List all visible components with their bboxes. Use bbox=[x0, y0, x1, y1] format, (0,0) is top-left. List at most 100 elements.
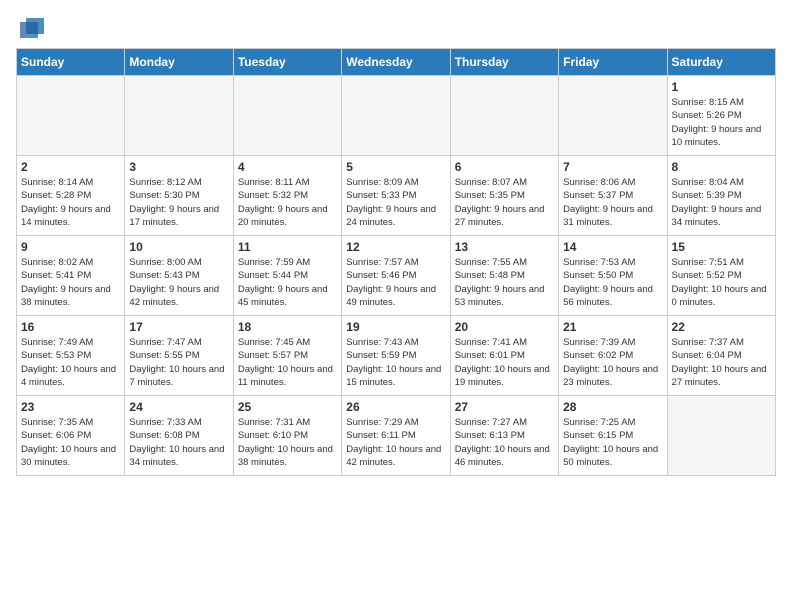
day-header-monday: Monday bbox=[125, 49, 233, 76]
day-number: 8 bbox=[672, 160, 771, 174]
day-number: 15 bbox=[672, 240, 771, 254]
day-number: 25 bbox=[238, 400, 337, 414]
day-number: 5 bbox=[346, 160, 445, 174]
day-number: 18 bbox=[238, 320, 337, 334]
calendar-cell: 5 Sunrise: 8:09 AMSunset: 5:33 PMDaylight… bbox=[342, 156, 450, 236]
day-number: 17 bbox=[129, 320, 228, 334]
calendar-cell: 26 Sunrise: 7:29 AMSunset: 6:11 PMDayligh… bbox=[342, 396, 450, 476]
day-number: 28 bbox=[563, 400, 662, 414]
day-number: 3 bbox=[129, 160, 228, 174]
day-info: Sunrise: 8:15 AMSunset: 5:26 PMDaylight:… bbox=[672, 96, 771, 149]
logo-icon bbox=[16, 16, 46, 40]
calendar-cell: 6 Sunrise: 8:07 AMSunset: 5:35 PMDaylight… bbox=[450, 156, 558, 236]
day-number: 26 bbox=[346, 400, 445, 414]
day-info: Sunrise: 7:45 AMSunset: 5:57 PMDaylight:… bbox=[238, 336, 337, 389]
day-number: 4 bbox=[238, 160, 337, 174]
day-info: Sunrise: 7:41 AMSunset: 6:01 PMDaylight:… bbox=[455, 336, 554, 389]
day-info: Sunrise: 7:57 AMSunset: 5:46 PMDaylight:… bbox=[346, 256, 445, 309]
day-info: Sunrise: 7:31 AMSunset: 6:10 PMDaylight:… bbox=[238, 416, 337, 469]
day-info: Sunrise: 8:04 AMSunset: 5:39 PMDaylight:… bbox=[672, 176, 771, 229]
logo bbox=[16, 16, 50, 40]
day-number: 11 bbox=[238, 240, 337, 254]
day-number: 16 bbox=[21, 320, 120, 334]
calendar: SundayMondayTuesdayWednesdayThursdayFrid… bbox=[16, 48, 776, 476]
day-info: Sunrise: 7:47 AMSunset: 5:55 PMDaylight:… bbox=[129, 336, 228, 389]
calendar-cell: 12 Sunrise: 7:57 AMSunset: 5:46 PMDayligh… bbox=[342, 236, 450, 316]
calendar-cell bbox=[667, 396, 775, 476]
calendar-cell: 9 Sunrise: 8:02 AMSunset: 5:41 PMDaylight… bbox=[17, 236, 125, 316]
day-number: 14 bbox=[563, 240, 662, 254]
calendar-cell: 15 Sunrise: 7:51 AMSunset: 5:52 PMDayligh… bbox=[667, 236, 775, 316]
day-number: 7 bbox=[563, 160, 662, 174]
calendar-cell bbox=[125, 76, 233, 156]
day-number: 22 bbox=[672, 320, 771, 334]
day-info: Sunrise: 7:59 AMSunset: 5:44 PMDaylight:… bbox=[238, 256, 337, 309]
day-info: Sunrise: 7:53 AMSunset: 5:50 PMDaylight:… bbox=[563, 256, 662, 309]
day-number: 2 bbox=[21, 160, 120, 174]
day-number: 24 bbox=[129, 400, 228, 414]
header bbox=[16, 16, 776, 40]
week-row-3: 9 Sunrise: 8:02 AMSunset: 5:41 PMDaylight… bbox=[17, 236, 776, 316]
day-info: Sunrise: 7:37 AMSunset: 6:04 PMDaylight:… bbox=[672, 336, 771, 389]
day-number: 12 bbox=[346, 240, 445, 254]
day-number: 27 bbox=[455, 400, 554, 414]
calendar-header-row: SundayMondayTuesdayWednesdayThursdayFrid… bbox=[17, 49, 776, 76]
day-info: Sunrise: 7:55 AMSunset: 5:48 PMDaylight:… bbox=[455, 256, 554, 309]
calendar-cell: 28 Sunrise: 7:25 AMSunset: 6:15 PMDayligh… bbox=[559, 396, 667, 476]
week-row-2: 2 Sunrise: 8:14 AMSunset: 5:28 PMDaylight… bbox=[17, 156, 776, 236]
calendar-cell: 25 Sunrise: 7:31 AMSunset: 6:10 PMDayligh… bbox=[233, 396, 341, 476]
calendar-cell: 11 Sunrise: 7:59 AMSunset: 5:44 PMDayligh… bbox=[233, 236, 341, 316]
day-number: 21 bbox=[563, 320, 662, 334]
day-info: Sunrise: 8:12 AMSunset: 5:30 PMDaylight:… bbox=[129, 176, 228, 229]
day-header-wednesday: Wednesday bbox=[342, 49, 450, 76]
calendar-cell: 7 Sunrise: 8:06 AMSunset: 5:37 PMDaylight… bbox=[559, 156, 667, 236]
day-number: 6 bbox=[455, 160, 554, 174]
calendar-cell bbox=[450, 76, 558, 156]
calendar-cell: 4 Sunrise: 8:11 AMSunset: 5:32 PMDaylight… bbox=[233, 156, 341, 236]
calendar-cell: 14 Sunrise: 7:53 AMSunset: 5:50 PMDayligh… bbox=[559, 236, 667, 316]
calendar-cell: 1 Sunrise: 8:15 AMSunset: 5:26 PMDaylight… bbox=[667, 76, 775, 156]
calendar-cell bbox=[342, 76, 450, 156]
day-info: Sunrise: 8:02 AMSunset: 5:41 PMDaylight:… bbox=[21, 256, 120, 309]
week-row-5: 23 Sunrise: 7:35 AMSunset: 6:06 PMDayligh… bbox=[17, 396, 776, 476]
day-info: Sunrise: 7:33 AMSunset: 6:08 PMDaylight:… bbox=[129, 416, 228, 469]
calendar-cell: 8 Sunrise: 8:04 AMSunset: 5:39 PMDaylight… bbox=[667, 156, 775, 236]
calendar-cell: 23 Sunrise: 7:35 AMSunset: 6:06 PMDayligh… bbox=[17, 396, 125, 476]
day-info: Sunrise: 7:25 AMSunset: 6:15 PMDaylight:… bbox=[563, 416, 662, 469]
calendar-cell: 3 Sunrise: 8:12 AMSunset: 5:30 PMDaylight… bbox=[125, 156, 233, 236]
day-header-thursday: Thursday bbox=[450, 49, 558, 76]
week-row-1: 1 Sunrise: 8:15 AMSunset: 5:26 PMDaylight… bbox=[17, 76, 776, 156]
calendar-cell: 27 Sunrise: 7:27 AMSunset: 6:13 PMDayligh… bbox=[450, 396, 558, 476]
calendar-cell: 20 Sunrise: 7:41 AMSunset: 6:01 PMDayligh… bbox=[450, 316, 558, 396]
day-header-sunday: Sunday bbox=[17, 49, 125, 76]
day-header-tuesday: Tuesday bbox=[233, 49, 341, 76]
day-number: 23 bbox=[21, 400, 120, 414]
day-info: Sunrise: 8:09 AMSunset: 5:33 PMDaylight:… bbox=[346, 176, 445, 229]
calendar-cell: 21Sunrise: 7:39 AMSunset: 6:02 PMDayligh… bbox=[559, 316, 667, 396]
day-info: Sunrise: 8:07 AMSunset: 5:35 PMDaylight:… bbox=[455, 176, 554, 229]
day-info: Sunrise: 7:49 AMSunset: 5:53 PMDaylight:… bbox=[21, 336, 120, 389]
calendar-cell: 17 Sunrise: 7:47 AMSunset: 5:55 PMDayligh… bbox=[125, 316, 233, 396]
calendar-cell bbox=[17, 76, 125, 156]
day-info: Sunrise: 7:43 AMSunset: 5:59 PMDaylight:… bbox=[346, 336, 445, 389]
calendar-cell: 24 Sunrise: 7:33 AMSunset: 6:08 PMDayligh… bbox=[125, 396, 233, 476]
day-number: 13 bbox=[455, 240, 554, 254]
day-number: 1 bbox=[672, 80, 771, 94]
day-info: Sunrise: 8:06 AMSunset: 5:37 PMDaylight:… bbox=[563, 176, 662, 229]
day-info: Sunrise: 8:11 AMSunset: 5:32 PMDaylight:… bbox=[238, 176, 337, 229]
calendar-cell: 2 Sunrise: 8:14 AMSunset: 5:28 PMDaylight… bbox=[17, 156, 125, 236]
day-info: Sunrise: 7:29 AMSunset: 6:11 PMDaylight:… bbox=[346, 416, 445, 469]
day-number: 19 bbox=[346, 320, 445, 334]
day-header-saturday: Saturday bbox=[667, 49, 775, 76]
day-info: Sunrise: 8:14 AMSunset: 5:28 PMDaylight:… bbox=[21, 176, 120, 229]
calendar-cell: 19 Sunrise: 7:43 AMSunset: 5:59 PMDayligh… bbox=[342, 316, 450, 396]
day-number: 20 bbox=[455, 320, 554, 334]
day-header-friday: Friday bbox=[559, 49, 667, 76]
calendar-cell: 22 Sunrise: 7:37 AMSunset: 6:04 PMDayligh… bbox=[667, 316, 775, 396]
day-info: Sunrise: 7:35 AMSunset: 6:06 PMDaylight:… bbox=[21, 416, 120, 469]
day-number: 9 bbox=[21, 240, 120, 254]
day-info: Sunrise: 7:51 AMSunset: 5:52 PMDaylight:… bbox=[672, 256, 771, 309]
day-info: Sunrise: 7:27 AMSunset: 6:13 PMDaylight:… bbox=[455, 416, 554, 469]
day-number: 10 bbox=[129, 240, 228, 254]
calendar-cell bbox=[233, 76, 341, 156]
